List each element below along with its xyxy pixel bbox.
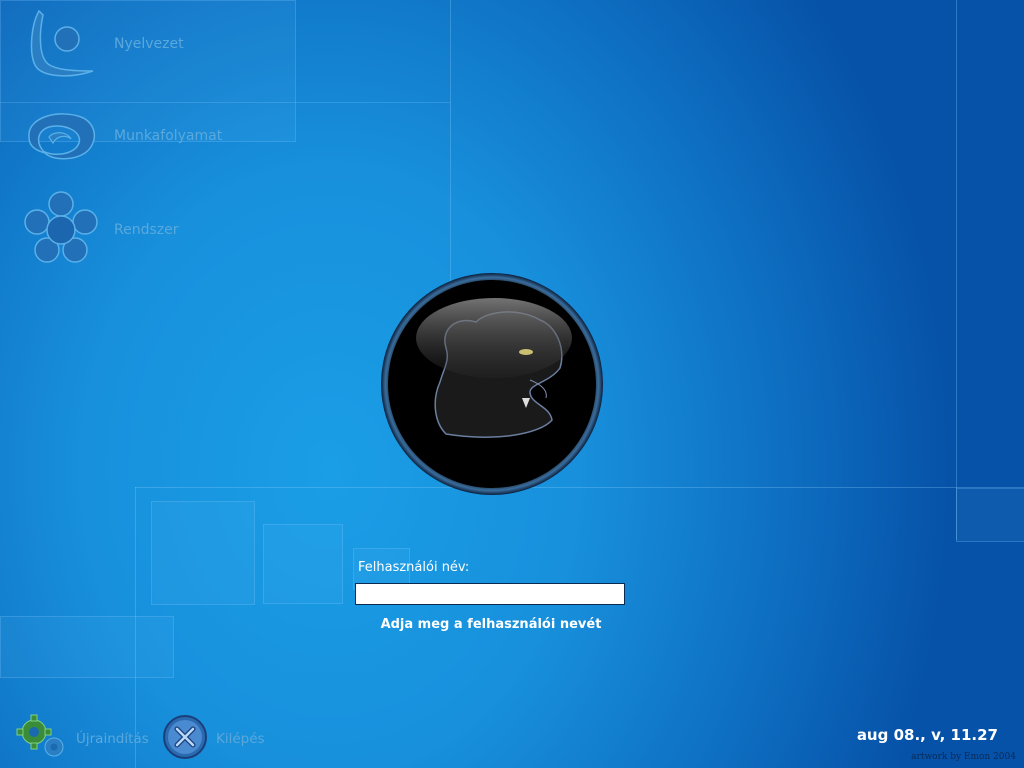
quit-button[interactable]: Kilépés — [162, 714, 265, 764]
session-icon — [18, 96, 104, 176]
sidebar-item-system[interactable]: Rendszer — [18, 190, 178, 270]
login-hint: Adja meg a felhasználói nevét — [380, 617, 602, 632]
clock: aug 08., v, 11.27 — [856, 726, 998, 744]
sidebar-item-label: Munkafolyamat — [114, 128, 223, 144]
restart-label: Újraindítás — [76, 731, 149, 747]
username-label: Felhasználói név: — [358, 560, 470, 575]
login-form: Felhasználói név: Adja meg a felhasználó… — [355, 560, 630, 632]
gear-icon — [16, 714, 68, 764]
sidebar-item-session[interactable]: Munkafolyamat — [18, 96, 222, 176]
panther-logo-icon — [380, 272, 604, 496]
sidebar-item-label: Nyelvezet — [114, 36, 184, 52]
username-input[interactable] — [355, 583, 625, 605]
quit-label: Kilépés — [216, 731, 265, 747]
sidebar-item-language[interactable]: Nyelvezet — [18, 4, 184, 84]
artwork-credit: artwork by Emon 2004 — [911, 752, 1016, 762]
system-icon — [18, 190, 104, 270]
sidebar-item-label: Rendszer — [114, 222, 179, 238]
close-icon — [162, 714, 208, 764]
language-icon — [18, 4, 104, 84]
restart-button[interactable]: Újraindítás — [16, 714, 149, 764]
